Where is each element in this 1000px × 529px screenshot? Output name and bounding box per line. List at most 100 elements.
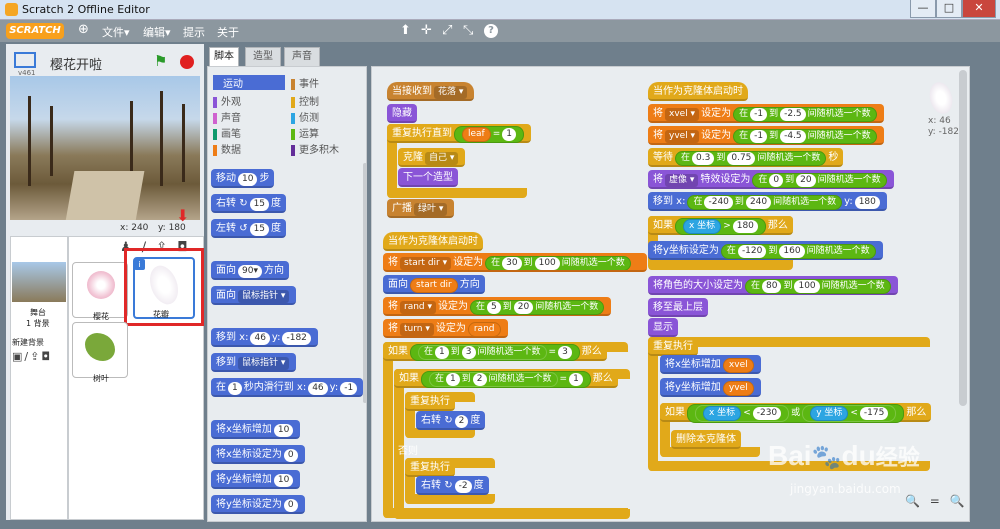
block-next-costume[interactable]: 下一个造型 (398, 168, 458, 187)
block-set-xvel[interactable]: 将 xvel ▾ 设定为在 -1 到 -2.5 间随机选一个数 (648, 104, 884, 123)
minimize-button[interactable]: — (910, 0, 936, 18)
block-forever-2[interactable]: 重复执行 (405, 458, 455, 477)
sprite-thumb-leaf[interactable] (72, 322, 128, 378)
block-change-x[interactable]: 将x坐标增加 10 (211, 420, 301, 439)
block-show[interactable]: 显示 (648, 318, 678, 337)
project-title[interactable]: 樱花开啦 (50, 54, 102, 73)
category-events[interactable]: 事件 (291, 75, 319, 90)
category-data[interactable]: 数据 (213, 141, 241, 156)
stage-canvas[interactable] (10, 76, 200, 220)
shrink-icon[interactable]: ⤡ (463, 23, 473, 38)
block-set-effect[interactable]: 将虚像 ▾ 特效设定为在 0 到 20 间随机选一个数 (648, 170, 894, 189)
block-set-rand[interactable]: 将 rand ▾ 设定为在 5 到 20 间随机选一个数 (383, 297, 612, 316)
block-move[interactable]: 移动 10 步 (211, 169, 275, 188)
zoom-out-icon[interactable]: 🔍 (905, 494, 920, 508)
block-change-y-yvel[interactable]: 将y坐标增加 yvel (660, 378, 761, 397)
block-point-direction[interactable]: 面向 90▾ 方向 (211, 261, 289, 280)
palette-scrollbar[interactable] (363, 163, 367, 403)
block-if-2[interactable]: 如果在 1 到 2 间随机选一个数 = 1 那么 (394, 369, 618, 388)
menu-edit[interactable]: 编辑▾ (143, 24, 171, 40)
stage-thumb[interactable] (12, 262, 66, 302)
help-icon[interactable]: ? (484, 24, 498, 38)
block-hide[interactable]: 隐藏 (387, 104, 417, 123)
tab-scripts[interactable]: 脚本 (209, 47, 239, 66)
maximize-button[interactable]: □ (936, 0, 962, 18)
block-set-startdir[interactable]: 将 start dir ▾ 设定为在 30 到 100 间随机选一个数 (383, 253, 647, 272)
category-sound[interactable]: 声音 (213, 109, 241, 124)
watermark-url: jingyan.baidu.com (790, 482, 901, 496)
zoom-in-icon[interactable]: 🔍 (950, 494, 965, 508)
grow-icon[interactable]: ⤢ (442, 23, 452, 38)
category-sensing[interactable]: 侦测 (291, 109, 319, 124)
stage-label: 舞台 (30, 308, 46, 317)
block-set-x[interactable]: 将x坐标设定为 0 (211, 445, 305, 464)
hat-when-receive[interactable]: 当接收到 花落 ▾ (387, 82, 475, 101)
menu-bar: SCRATCH ⊕ 文件▾ 编辑▾ 提示 关于 ⬆ ✛ ⤢ ⤡ ? (0, 20, 1000, 42)
close-button[interactable]: ✕ (962, 0, 996, 18)
tab-sounds[interactable]: 声音 (284, 47, 320, 66)
block-goto[interactable]: 移到 鼠标指针 ▾ (211, 353, 297, 372)
block-change-y[interactable]: 将y坐标增加 10 (211, 470, 301, 489)
block-goto-random[interactable]: 移到 x: 在 -240 到 240 间随机选一个数 y: 180 (648, 192, 887, 211)
block-delete-clone[interactable]: 删除本克隆体 (671, 430, 741, 449)
block-turn-left[interactable]: 左转 ↺ 15 度 (211, 219, 287, 238)
red-arrow-icon: ⬇ (176, 206, 190, 225)
block-set-yvel[interactable]: 将 yvel ▾ 设定为在 -1 到 -4.5 间随机选一个数 (648, 126, 884, 145)
category-more-blocks[interactable]: 更多积木 (291, 141, 339, 156)
category-looks[interactable]: 外观 (213, 93, 241, 108)
block-go-front[interactable]: 移至最上层 (648, 298, 708, 317)
backdrop-count: 1 背景 (26, 319, 50, 328)
stop-icon[interactable] (180, 55, 194, 69)
block-create-clone[interactable]: 克隆 自己 ▾ (398, 148, 466, 167)
info-icon[interactable]: i (134, 259, 145, 270)
block-point-startdir[interactable]: 面向 start dir 方向 (383, 275, 485, 294)
block-turn-2[interactable]: 右转 ↻ 2 度 (416, 411, 486, 430)
block-set-y[interactable]: 将y坐标设定为 0 (211, 495, 305, 514)
block-wait[interactable]: 等待在 0.3 到 0.75 间随机选一个数秒 (648, 148, 844, 167)
new-backdrop-label: 新建背景 (12, 338, 44, 347)
block-turn-right[interactable]: 右转 ↻ 15 度 (211, 194, 287, 213)
block-point-towards[interactable]: 面向 鼠标指针 ▾ (211, 286, 297, 305)
delete-tool-icon[interactable]: ✛ (421, 23, 432, 38)
block-forever-1[interactable]: 重复执行 (405, 392, 455, 411)
sprite-name-sakura: 樱花 (93, 312, 109, 321)
sprite-x-readout: x: 46 (928, 116, 951, 126)
tab-costumes[interactable]: 造型 (245, 47, 281, 66)
globe-icon[interactable]: ⊕ (78, 22, 89, 37)
scratch-logo: SCRATCH (6, 23, 64, 39)
block-repeat-until[interactable]: 重复执行直到 leaf = 1 (387, 124, 532, 143)
block-change-x-xvel[interactable]: 将x坐标增加 xvel (660, 355, 761, 374)
block-if-1[interactable]: 如果在 1 到 3 间随机选一个数 = 3 那么 (383, 342, 607, 361)
sprite-name-petal: 花瓣 (153, 310, 169, 319)
block-forever[interactable]: 重复执行 (648, 337, 698, 356)
block-goto-xy[interactable]: 移到 x: 46 y: -182 (211, 328, 318, 347)
category-control[interactable]: 控制 (291, 93, 319, 108)
zoom-controls: 🔍 = 🔍 (905, 494, 965, 508)
menu-about[interactable]: 关于 (217, 24, 239, 40)
duplicate-icon[interactable]: ⬆ (400, 23, 411, 38)
block-set-y-random[interactable]: 将y坐标设定为在 -120 到 160 间随机选一个数 (648, 241, 883, 260)
block-if-x[interactable]: 如果 x 坐标 >180 那么 (648, 216, 793, 235)
app-icon (5, 3, 18, 16)
hat-when-clone-start-3[interactable]: 当作为克隆体启动时 (648, 82, 748, 101)
category-pen[interactable]: 画笔 (213, 125, 241, 140)
fullscreen-icon[interactable] (14, 52, 36, 68)
new-backdrop-icons[interactable]: ▣∕⇪◘ (12, 350, 52, 363)
block-broadcast[interactable]: 广播 绿叶 ▾ (387, 199, 455, 218)
sprite-y-readout: y: -182 (928, 127, 959, 137)
block-if-edge[interactable]: 如果 x 坐标 < -230 或 y 坐标 < -175 那么 (660, 403, 932, 423)
block-set-size[interactable]: 将角色的大小设定为在 80 到 100 间随机选一个数 (648, 276, 898, 295)
green-flag-icon[interactable]: ⚑ (154, 52, 167, 70)
hat-when-clone-start-2[interactable]: 当作为克隆体启动时 (383, 232, 483, 251)
block-turn-neg2[interactable]: 右转 ↻ -2 度 (416, 476, 489, 495)
block-set-turn[interactable]: 将 turn ▾ 设定为 rand (383, 319, 508, 338)
menu-file[interactable]: 文件▾ (102, 24, 130, 40)
sprite-thumb-sakura[interactable] (72, 262, 128, 318)
menu-tips[interactable]: 提示 (183, 24, 205, 40)
block-palette: 运动 外观 声音 画笔 数据 事件 控制 侦测 运算 更多积木 移动 10 步 右转… (207, 66, 367, 522)
zoom-reset-icon[interactable]: = (930, 494, 940, 508)
block-glide[interactable]: 在 1 秒内滑行到 x: 46 y: -1 (211, 378, 363, 397)
category-motion[interactable]: 运动 (213, 75, 285, 90)
script-scrollbar[interactable] (959, 70, 967, 406)
category-operators[interactable]: 运算 (291, 125, 319, 140)
